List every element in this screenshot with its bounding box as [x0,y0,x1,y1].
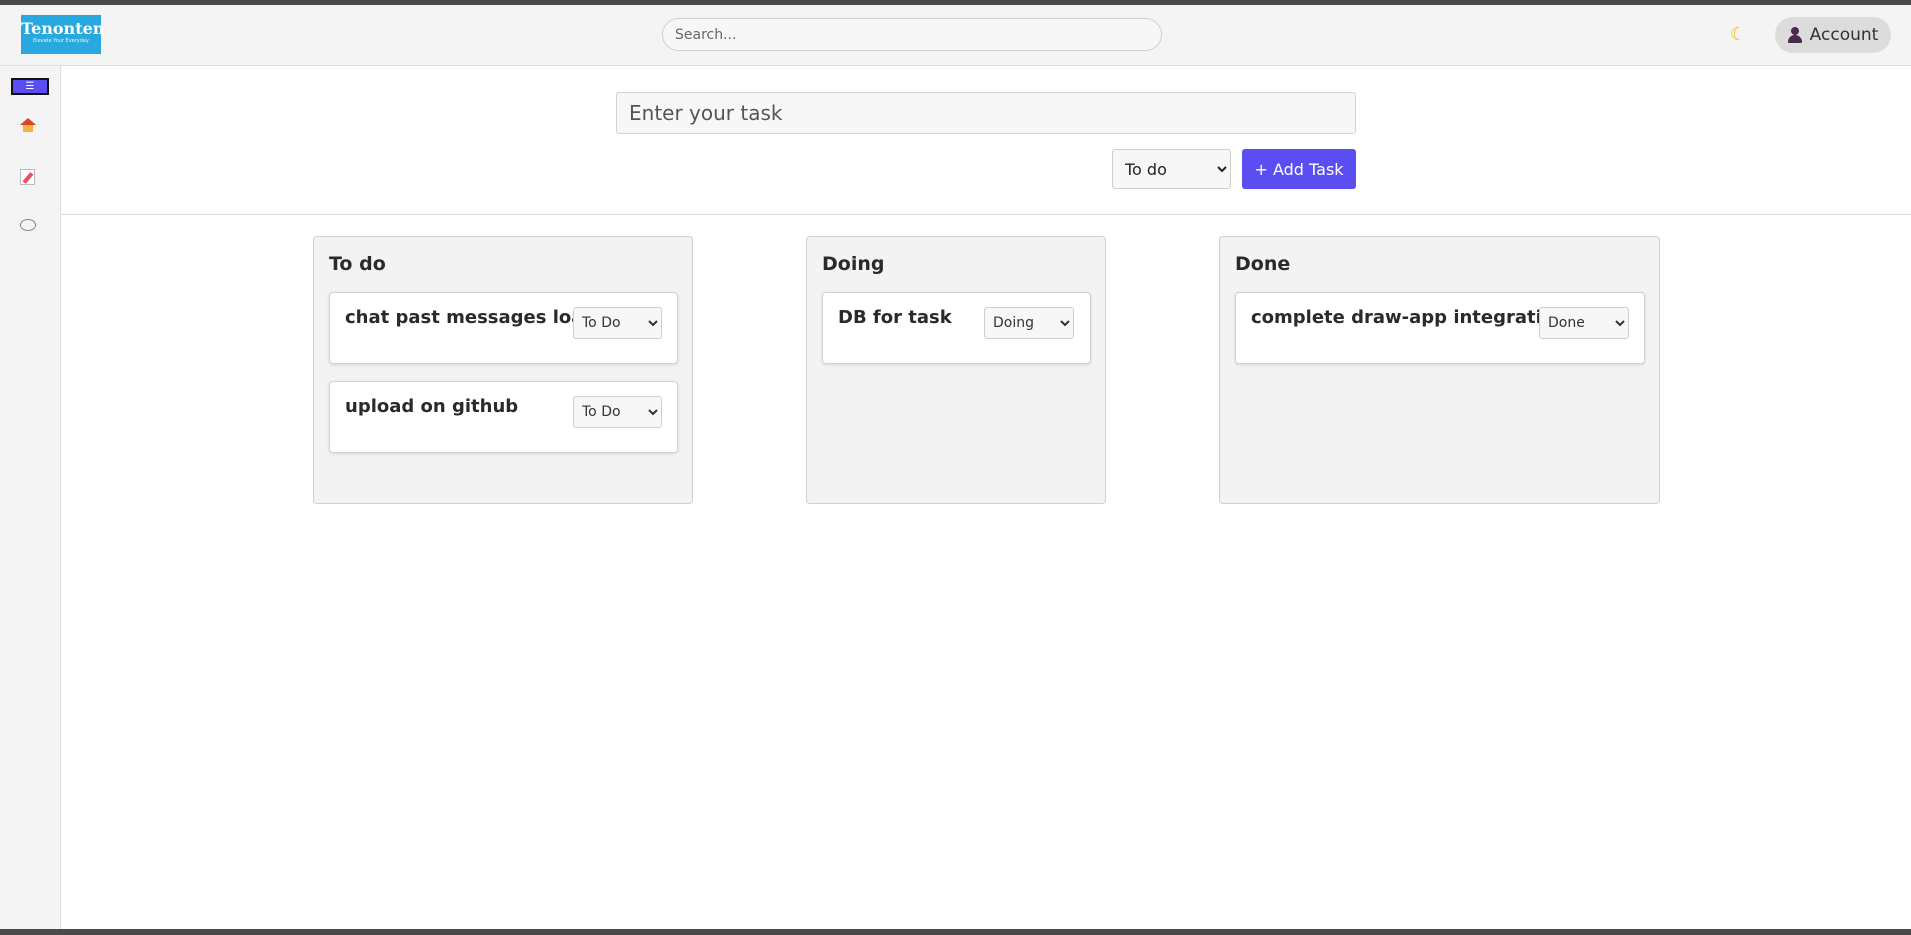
column-title: To do [329,253,386,275]
task-title: upload on github [345,396,519,417]
column-title: Doing [822,253,885,275]
task-card[interactable]: complete draw-app integration Done To Do… [1235,292,1645,364]
add-task-button[interactable]: + Add Task [1242,149,1356,189]
note-icon [20,169,35,185]
column-doing: Doing DB for task Doing To Do Done [806,236,1106,504]
logo-name: Tenonten [21,19,105,38]
home-icon [20,118,36,132]
column-title: Done [1235,253,1291,275]
task-card[interactable]: chat past messages load To Do Doing Done [329,292,678,364]
menu-icon: ☰ [25,81,35,92]
divider [61,214,1911,215]
moon-icon[interactable]: ☾ [1730,25,1746,45]
chat-icon [20,219,36,231]
column-done: Done complete draw-app integration Done … [1219,236,1660,504]
sidebar-item-chat[interactable] [20,219,36,231]
search-input[interactable] [662,18,1162,51]
sidebar-item-notes[interactable] [20,169,35,185]
user-icon [1787,27,1802,43]
logo-tagline: Elevate Your Everyday [33,38,89,44]
logo[interactable]: Tenonten Elevate Your Everyday [21,15,105,54]
task-status-select[interactable]: To Do Doing Done [573,307,662,339]
menu-toggle-button[interactable]: ☰ [11,78,49,95]
task-card[interactable]: upload on github To Do Doing Done [329,381,678,453]
account-button[interactable]: Account [1775,17,1891,53]
task-title: complete draw-app integration [1251,307,1567,328]
sidebar-item-home[interactable] [20,118,36,132]
task-status-select[interactable]: Done To Do Doing [1539,307,1629,339]
task-title: chat past messages load [345,307,597,328]
account-label: Account [1809,25,1879,45]
sidebar: ☰ [0,66,61,929]
task-card[interactable]: DB for task Doing To Do Done [822,292,1091,364]
column-todo: To do chat past messages load To Do Doin… [313,236,693,504]
status-select[interactable]: To do Doing Done [1112,149,1231,189]
task-title: DB for task [838,307,952,328]
top-header: Tenonten Elevate Your Everyday ☾ Account [0,5,1911,66]
app-window: Tenonten Elevate Your Everyday ☾ Account… [0,5,1911,929]
task-status-select[interactable]: To Do Doing Done [573,396,662,428]
task-input[interactable] [616,92,1356,134]
task-status-select[interactable]: Doing To Do Done [984,307,1074,339]
